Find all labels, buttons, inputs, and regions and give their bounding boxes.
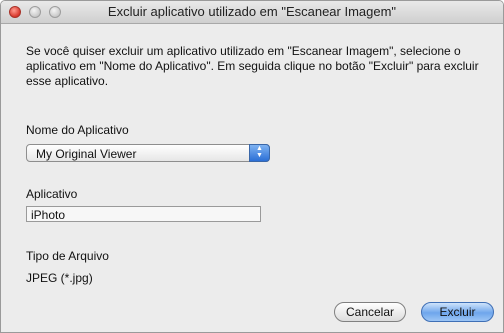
application-label: Aplicativo — [26, 187, 78, 201]
app-name-select[interactable]: My Original Viewer ▲ ▼ — [26, 144, 270, 162]
window-title: Excluir aplicativo utilizado em "Escanea… — [107, 4, 397, 19]
application-field: iPhoto — [26, 206, 261, 222]
app-name-label: Nome do Aplicativo — [26, 123, 129, 137]
application-value: iPhoto — [31, 208, 66, 222]
title-bar: Excluir aplicativo utilizado em "Escanea… — [1, 1, 503, 24]
delete-button[interactable]: Excluir — [421, 302, 494, 322]
app-name-selected-value: My Original Viewer — [36, 147, 137, 161]
cancel-button[interactable]: Cancelar — [334, 302, 406, 322]
dialog-window: Excluir aplicativo utilizado em "Escanea… — [0, 0, 504, 333]
file-type-value: JPEG (*.jpg) — [26, 271, 93, 285]
updown-arrows-icon: ▲ ▼ — [249, 144, 270, 162]
file-type-label: Tipo de Arquivo — [26, 249, 109, 263]
instructions-text: Se você quiser excluir um aplicativo uti… — [26, 44, 479, 88]
